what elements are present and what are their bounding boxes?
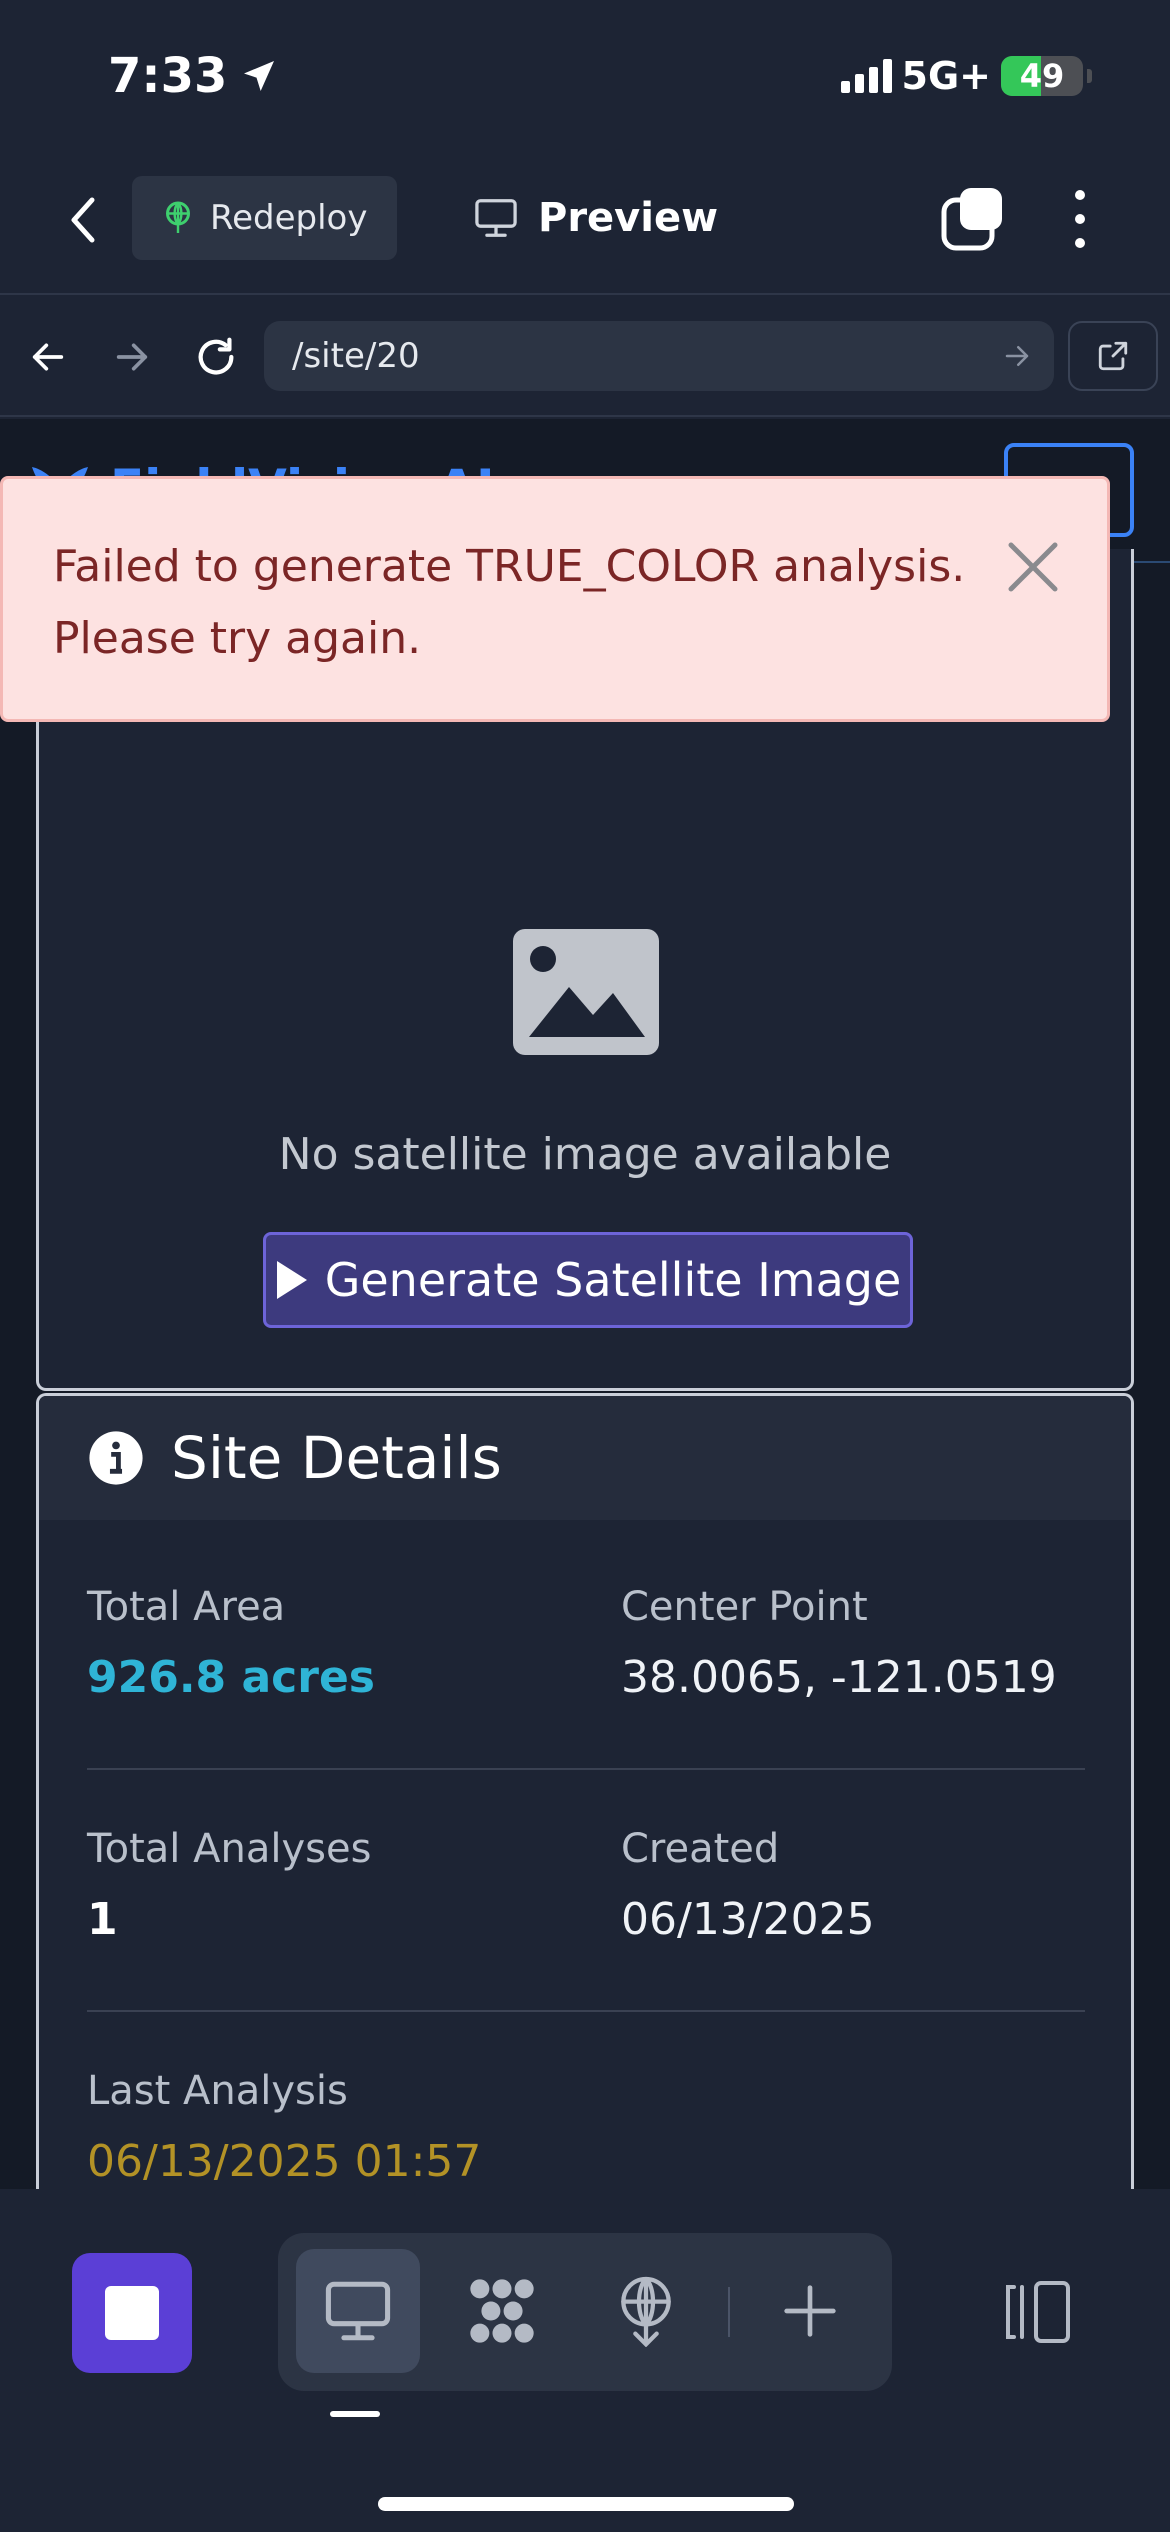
redeploy-button[interactable]: Redeploy <box>132 176 398 260</box>
info-icon <box>89 1431 143 1485</box>
generate-label: Generate Satellite Image <box>324 1253 902 1307</box>
detail-value: 926.8 acres <box>87 1652 375 1703</box>
deploy-icon <box>621 2276 671 2347</box>
detail-last-analysis: Last Analysis 06/13/2025 01:57 <box>87 2068 481 2187</box>
panel-icon[interactable] <box>1000 2279 1072 2345</box>
detail-label: Total Area <box>87 1584 286 1630</box>
add-icon <box>784 2285 836 2337</box>
active-tab-indicator <box>330 2411 380 2417</box>
preview-button[interactable]: Preview <box>474 176 718 260</box>
arrow-right-icon <box>116 343 148 371</box>
error-message: Failed to generate TRUE_COLOR analysis. … <box>53 541 966 664</box>
back-button[interactable] <box>58 190 108 250</box>
monitor-icon <box>475 199 517 237</box>
site-details-card: Site Details Total Area 926.8 acres Cent… <box>36 1393 1134 2189</box>
more-vertical-icon[interactable] <box>1060 186 1100 252</box>
separator <box>728 2287 730 2337</box>
divider <box>87 2010 1085 2012</box>
detail-label: Center Point <box>621 1584 868 1630</box>
site-details-header: Site Details <box>39 1396 1131 1520</box>
nav-back-button[interactable] <box>18 327 78 387</box>
battery-cap <box>1087 69 1092 83</box>
detail-created: Created 06/13/2025 <box>621 1826 875 1945</box>
detail-label: Created <box>621 1826 780 1872</box>
detail-label: Total Analyses <box>87 1826 372 1872</box>
detail-total-analyses: Total Analyses 1 <box>87 1826 371 1945</box>
signal-icon <box>840 59 892 93</box>
back-chevron-icon <box>71 197 95 243</box>
detail-value: 1 <box>87 1894 118 1945</box>
desktop-view-button[interactable] <box>296 2249 420 2373</box>
status-bar: 7:33 5G+ 49 <box>0 0 1170 150</box>
apps-icon <box>470 2279 534 2343</box>
redeploy-label: Redeploy <box>210 198 368 238</box>
detail-value: 06/13/2025 01:57 <box>87 2136 482 2187</box>
stop-button[interactable] <box>72 2253 192 2373</box>
divider <box>87 1768 1085 1770</box>
detail-value: 06/13/2025 <box>621 1894 875 1945</box>
stop-icon <box>105 2286 159 2340</box>
add-button[interactable] <box>748 2249 872 2373</box>
open-external-button[interactable] <box>1068 321 1158 391</box>
close-icon[interactable] <box>1005 539 1061 595</box>
deploy-button[interactable] <box>584 2249 708 2373</box>
status-indicators: 5G+ 49 <box>840 54 1092 98</box>
network-type: 5G+ <box>901 54 991 98</box>
browser-nav: /site/20 <box>0 297 1170 417</box>
generate-satellite-image-button[interactable]: Generate Satellite Image <box>263 1232 913 1328</box>
view-switcher <box>278 2233 892 2391</box>
status-time: 7:33 <box>108 48 279 104</box>
reload-button[interactable] <box>186 327 246 387</box>
home-indicator <box>378 2497 794 2511</box>
play-icon <box>276 1261 307 1299</box>
url-input[interactable]: /site/20 <box>264 321 1054 391</box>
app-toolbar: Redeploy Preview <box>0 150 1170 295</box>
battery-icon: 49 <box>1001 56 1083 96</box>
external-link-icon <box>1098 341 1128 371</box>
no-image-text: No satellite image available <box>278 1129 892 1180</box>
image-placeholder-icon <box>513 929 659 1055</box>
detail-label: Last Analysis <box>87 2068 348 2114</box>
error-toast: Failed to generate TRUE_COLOR analysis. … <box>0 476 1110 722</box>
deploy-icon <box>166 201 190 233</box>
battery-level: 49 <box>1019 57 1065 95</box>
preview-label: Preview <box>538 195 719 241</box>
status-time-text: 7:33 <box>108 48 228 104</box>
detail-total-area: Total Area 926.8 acres <box>87 1584 375 1703</box>
url-go-icon[interactable] <box>1002 341 1032 371</box>
arrow-left-icon <box>32 343 64 371</box>
url-text: /site/20 <box>292 336 420 376</box>
detail-value: 38.0065, -121.0519 <box>621 1652 1057 1703</box>
detail-center-point: Center Point 38.0065, -121.0519 <box>621 1584 1057 1703</box>
reload-icon <box>198 337 234 375</box>
monitor-icon <box>325 2281 391 2341</box>
tabs-icon[interactable] <box>940 186 1006 252</box>
bottom-toolbar <box>0 2189 1170 2532</box>
nav-forward-button[interactable] <box>102 327 162 387</box>
apps-button[interactable] <box>440 2249 564 2373</box>
location-arrow-icon <box>244 61 275 91</box>
site-details-title: Site Details <box>171 1424 502 1492</box>
